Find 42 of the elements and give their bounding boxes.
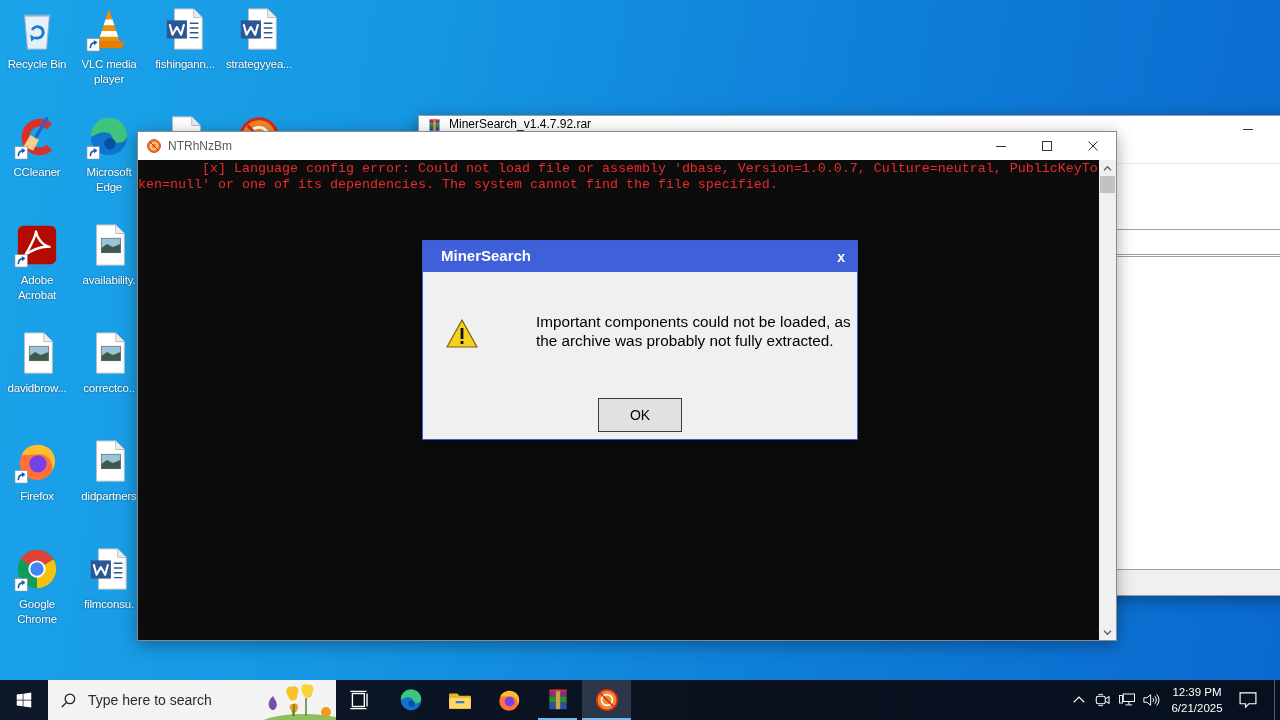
icon-label[interactable]: Firefox — [20, 489, 54, 504]
network-icon[interactable] — [1118, 691, 1136, 709]
icon-label[interactable]: Recycle Bin — [7, 57, 67, 72]
icon-label[interactable]: didpartners — [81, 489, 137, 504]
console-output: [x] Language config error: Could not load file or assembly 'dbase, Version=1.0.0.7, Culture=neutral, PublicKeyToken=null' or one of its dependencies. The system cannot find the file specified. — [138, 161, 1099, 193]
clock-time[interactable]: 12:39 PM — [1172, 684, 1222, 700]
close-icon[interactable] — [1088, 141, 1098, 151]
icon-label[interactable]: Google Chrome — [1, 597, 73, 627]
window-title: MinerSearch_v1.4.7.92.rar — [449, 117, 592, 131]
close-button[interactable]: x — [835, 249, 847, 264]
dialog-button[interactable]: OK — [598, 398, 682, 432]
icon-label[interactable]: Microsoft Edge — [81, 165, 137, 195]
icon-label[interactable]: CCleaner — [13, 165, 61, 180]
dialog-title: MinerSearch — [441, 246, 532, 267]
window-title: NTRhNzBm — [168, 138, 232, 155]
icon-label[interactable]: filmconsu. — [84, 597, 134, 612]
icon-label[interactable]: strategyyea... — [225, 57, 293, 72]
icon-label[interactable]: Adobe Acrobat — [1, 273, 73, 303]
search-bar[interactable]: Type here to search — [48, 680, 336, 720]
icon-label[interactable]: fishingann... — [155, 57, 215, 72]
app-icon — [146, 138, 162, 154]
scrollbar-thumb[interactable] — [1100, 176, 1115, 193]
search-icon — [60, 692, 76, 708]
archive-icon — [427, 118, 442, 133]
volume-icon[interactable] — [1142, 691, 1160, 709]
icon-label[interactable]: availability. — [82, 273, 136, 288]
search-field[interactable]: Type here to search — [88, 689, 238, 711]
maximize-icon[interactable] — [1042, 141, 1052, 151]
icon-label[interactable]: davidbrow... — [7, 381, 67, 396]
warning-icon — [446, 318, 478, 348]
clock-date[interactable]: 6/21/2025 — [1171, 700, 1223, 716]
icon-label[interactable]: VLC media player — [81, 57, 137, 87]
camera-icon[interactable] — [1094, 691, 1112, 709]
windows-logo-icon — [16, 692, 32, 708]
notification-icon[interactable] — [1238, 690, 1258, 710]
icon-label[interactable]: correctco.. — [83, 381, 135, 396]
scroll-down-icon[interactable] — [1103, 629, 1112, 636]
scroll-up-icon[interactable] — [1103, 165, 1112, 172]
scrollbar[interactable] — [1099, 160, 1116, 640]
dialog-message: Important components could not be loaded, as the archive was probably not fully extracted. — [536, 312, 852, 350]
app-icon[interactable] — [593, 687, 620, 713]
taskbar-button[interactable] — [582, 680, 631, 720]
